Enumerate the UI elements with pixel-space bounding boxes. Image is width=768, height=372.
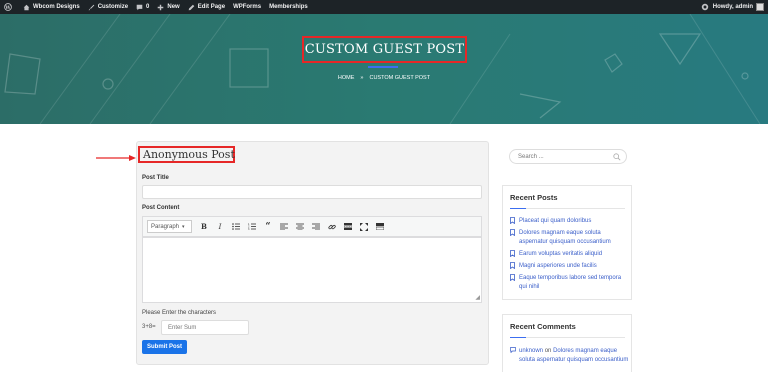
submit-post-button[interactable]: Submit Post	[142, 340, 187, 354]
comment-icon	[136, 4, 143, 10]
recent-comments-widget: Recent Comments unknown on Dolores magna…	[502, 314, 632, 372]
page-hero: CUSTOM GUEST POST HOME » CUSTOM GUEST POST	[0, 14, 768, 124]
edit-page-label: Edit Page	[197, 4, 226, 10]
brush-icon	[88, 4, 94, 10]
pencil-icon	[188, 4, 195, 10]
account-menu[interactable]: Howdy, admin	[697, 0, 768, 14]
comments-link[interactable]: 0	[132, 0, 153, 14]
list-item[interactable]: Eaque temporibus labore sed tempora qui …	[510, 274, 630, 292]
memberships-link[interactable]: Memberships	[265, 0, 312, 14]
home-icon	[23, 4, 30, 10]
svg-text:3: 3	[248, 228, 250, 230]
format-select-value: Paragraph	[151, 223, 180, 230]
wordpress-logo-button[interactable]: W	[0, 0, 19, 14]
chevron-down-icon: ▾	[182, 223, 185, 230]
recent-comment-text: unknown on Dolores magnam eaque soluta a…	[519, 347, 630, 365]
svg-text:W: W	[4, 5, 11, 11]
new-content-link[interactable]: New	[153, 0, 183, 14]
list-item: unknown on Dolores magnam eaque soluta a…	[510, 347, 630, 365]
customize-link[interactable]: Customize	[84, 0, 132, 14]
resize-handle-icon[interactable]: ◢	[475, 294, 480, 301]
align-right-icon[interactable]	[308, 220, 324, 233]
site-name-link[interactable]: Wbcom Designs	[19, 0, 84, 14]
page-title-highlight: CUSTOM GUEST POST	[302, 36, 467, 63]
toolbar-toggle-icon[interactable]	[372, 220, 388, 233]
plus-icon	[158, 4, 164, 10]
read-more-icon[interactable]	[340, 220, 356, 233]
form-heading: Anonymous Post	[143, 148, 235, 161]
search-placeholder: Search ...	[518, 153, 544, 160]
bookmark-icon	[510, 262, 519, 273]
breadcrumb: HOME » CUSTOM GUEST POST	[0, 75, 768, 81]
recent-post-link[interactable]: Earum voluptas veritatis aliquid	[519, 250, 602, 261]
comment-on-label: on	[544, 348, 552, 354]
captcha-question: 3+8=	[142, 324, 156, 330]
bullet-list-icon[interactable]	[228, 220, 244, 233]
post-content-editor[interactable]: ◢	[142, 237, 482, 303]
list-item[interactable]: Dolores magnam eaque soluta aspernatur q…	[510, 229, 630, 247]
align-left-icon[interactable]	[276, 220, 292, 233]
avatar	[756, 3, 764, 11]
numbered-list-icon[interactable]: 123	[244, 220, 260, 233]
bold-icon[interactable]: B	[196, 220, 212, 233]
bookmark-icon	[510, 250, 519, 261]
link-icon[interactable]	[324, 220, 340, 233]
bookmark-icon	[510, 274, 519, 292]
breadcrumb-separator: »	[360, 75, 364, 81]
search-input[interactable]: Search ...	[509, 149, 627, 164]
page-title: CUSTOM GUEST POST	[304, 42, 465, 57]
recent-posts-title: Recent Posts	[510, 193, 558, 202]
recent-post-link[interactable]: Magni asperiores unde facilis	[519, 262, 597, 273]
hero-decoration	[4, 14, 761, 124]
breadcrumb-current: CUSTOM GUEST POST	[369, 75, 431, 81]
italic-icon[interactable]: I	[212, 220, 228, 233]
comment-author-link[interactable]: unknown	[519, 348, 543, 354]
recent-post-link[interactable]: Placeat qui quam doloribus	[519, 217, 591, 228]
title-underline	[368, 66, 398, 68]
support-icon	[701, 3, 708, 11]
captcha-input[interactable]: Enter Sum	[161, 320, 249, 335]
bookmark-icon	[510, 217, 519, 228]
new-label: New	[167, 4, 180, 10]
list-item[interactable]: Magni asperiores unde facilis	[510, 262, 630, 273]
list-item[interactable]: Placeat qui quam doloribus	[510, 217, 630, 228]
edit-page-link[interactable]: Edit Page	[184, 0, 229, 14]
widget-divider	[510, 337, 625, 338]
comments-count: 0	[146, 4, 150, 10]
admin-bar: W Wbcom Designs Customize 0 New Edit Pag…	[0, 0, 768, 14]
recent-post-link[interactable]: Dolores magnam eaque soluta aspernatur q…	[519, 229, 630, 247]
wpforms-label: WPForms	[233, 4, 262, 10]
breadcrumb-home[interactable]: HOME	[338, 75, 355, 81]
recent-post-link[interactable]: Eaque temporibus labore sed tempora qui …	[519, 274, 630, 292]
post-title-input[interactable]	[142, 185, 482, 199]
bookmark-icon	[510, 229, 519, 247]
memberships-label: Memberships	[269, 4, 308, 10]
post-title-label: Post Title	[142, 175, 169, 181]
post-content-label: Post Content	[142, 205, 180, 211]
align-center-icon[interactable]	[292, 220, 308, 233]
fullscreen-icon[interactable]	[356, 220, 372, 233]
site-name-label: Wbcom Designs	[33, 4, 80, 10]
blockquote-icon[interactable]: “	[260, 220, 276, 233]
widget-divider	[510, 208, 625, 209]
wpforms-link[interactable]: WPForms	[229, 0, 265, 14]
customize-label: Customize	[97, 4, 129, 10]
format-select[interactable]: Paragraph ▾	[147, 220, 192, 233]
annotation-arrow	[96, 155, 136, 161]
recent-posts-widget: Recent Posts Placeat qui quam doloribus …	[502, 185, 632, 300]
search-icon[interactable]	[613, 153, 621, 161]
editor-toolbar: Paragraph ▾ B I 123 “	[142, 216, 482, 237]
form-heading-highlight: Anonymous Post	[138, 146, 235, 163]
wordpress-icon: W	[4, 3, 12, 11]
howdy-label: Howdy, admin	[712, 4, 753, 10]
list-item[interactable]: Earum voluptas veritatis aliquid	[510, 250, 630, 261]
comment-icon	[510, 347, 519, 365]
recent-comments-title: Recent Comments	[510, 322, 576, 331]
captcha-label: Please Enter the characters	[142, 310, 217, 316]
